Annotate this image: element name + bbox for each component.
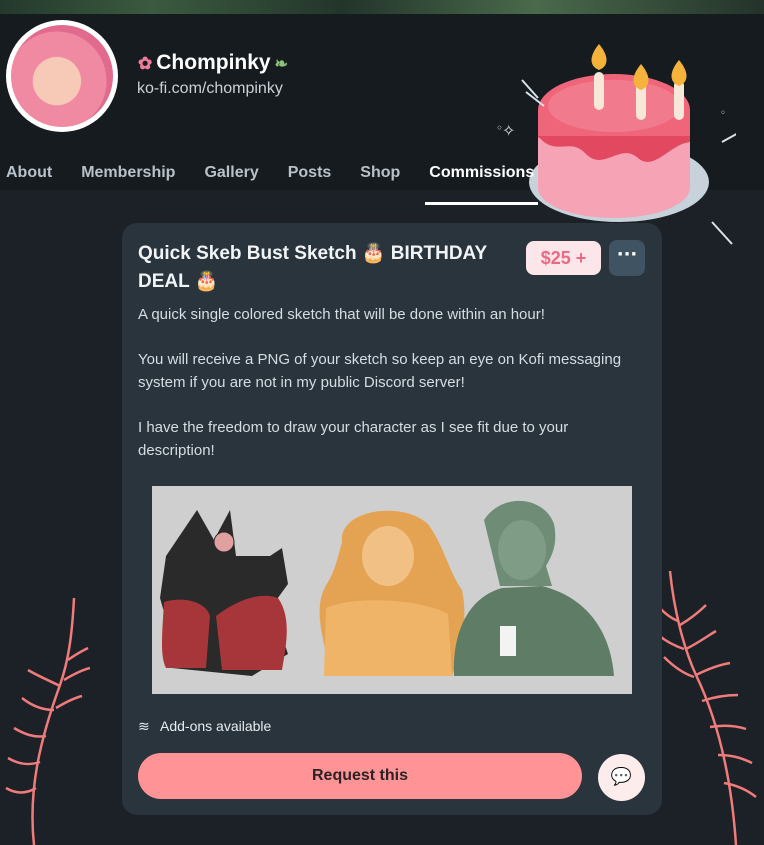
tab-about[interactable]: About bbox=[6, 164, 52, 206]
description-paragraph: A quick single colored sketch that will … bbox=[138, 306, 545, 323]
svg-text:◦: ◦ bbox=[720, 108, 726, 119]
price-badge: $25 + bbox=[526, 241, 601, 275]
commission-title-line: Quick Skeb Bust Sketch 🎂 BIRTHDAY bbox=[138, 243, 488, 264]
flower-icon: ✿ bbox=[138, 54, 153, 73]
addons-row[interactable]: ≋ Add-ons available bbox=[138, 718, 271, 735]
layers-icon: ≋ bbox=[138, 718, 150, 734]
description-paragraph: You will receive a PNG of your sketch so… bbox=[138, 351, 622, 391]
tab-gallery[interactable]: Gallery bbox=[204, 164, 258, 206]
profile-header: ✿Chompinky❧ ko-fi.com/chompinky ◦ ✧ ✧ ◦ … bbox=[0, 14, 764, 245]
description-paragraph: I have the freedom to draw your characte… bbox=[138, 419, 569, 459]
avatar-image bbox=[11, 25, 113, 127]
creator-name: ✿ Chompinky ❧ bbox=[138, 51, 288, 75]
avatar[interactable] bbox=[6, 20, 118, 132]
leaf-icon: ❧ bbox=[274, 56, 288, 73]
profile-tabs: About Membership Gallery Posts Shop Comm… bbox=[0, 164, 557, 206]
commission-description: A quick single colored sketch that will … bbox=[138, 303, 638, 484]
more-icon[interactable]: ··· bbox=[609, 240, 645, 276]
commission-card: Quick Skeb Bust Sketch 🎂 BIRTHDAY DEAL 🎂… bbox=[122, 223, 662, 815]
creator-url[interactable]: ko-fi.com/chompinky bbox=[137, 80, 283, 98]
cake-sticker-icon: ◦ ✧ ✧ ◦ bbox=[496, 44, 736, 245]
addons-label: Add-ons available bbox=[160, 718, 272, 734]
commission-sample-image[interactable] bbox=[152, 486, 632, 694]
creator-name-text: Chompinky bbox=[156, 51, 271, 74]
tab-shop[interactable]: Shop bbox=[360, 164, 400, 206]
tab-commissions[interactable]: Commissions bbox=[425, 164, 539, 206]
tab-posts[interactable]: Posts bbox=[288, 164, 332, 206]
commission-title: Quick Skeb Bust Sketch 🎂 BIRTHDAY DEAL 🎂 bbox=[138, 240, 508, 296]
tab-membership[interactable]: Membership bbox=[81, 164, 175, 206]
vine-decoration-icon bbox=[5, 597, 90, 845]
request-button[interactable]: Request this bbox=[138, 753, 582, 799]
svg-text:✧: ✧ bbox=[502, 121, 515, 140]
header-banner bbox=[0, 0, 764, 14]
commission-title-line: DEAL 🎂 bbox=[138, 271, 219, 292]
chat-icon[interactable]: 💬 bbox=[598, 754, 645, 801]
